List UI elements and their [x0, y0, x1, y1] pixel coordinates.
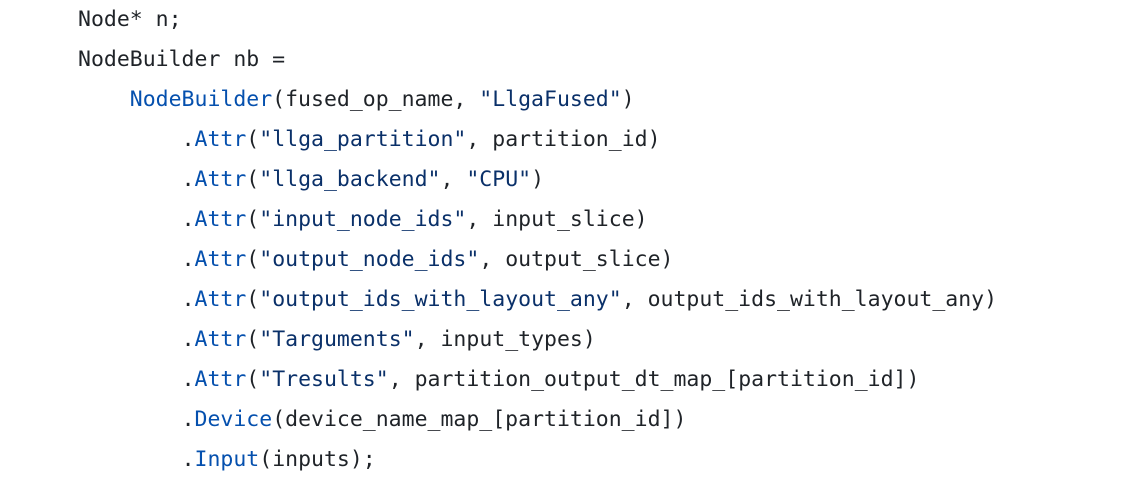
string-literal-token: "CPU": [466, 167, 532, 192]
function-name-token: Input: [194, 447, 260, 472]
code-line: .Attr("Targuments", input_types): [78, 320, 997, 360]
code-line: NodeBuilder nb =: [78, 40, 997, 80]
string-literal-token: "LlgaFused": [479, 87, 622, 112]
code-text-token: , partition_id): [466, 127, 661, 152]
code-text-token: .: [181, 287, 195, 312]
string-literal-token: "llga_partition": [259, 127, 467, 152]
code-text-token: (device_name_map_[partition_id]): [272, 407, 687, 432]
code-text-token: ,: [440, 167, 467, 192]
code-text-token: (: [246, 327, 260, 352]
string-literal-token: "input_node_ids": [259, 207, 467, 232]
code-text-token: .: [181, 327, 195, 352]
code-block: Node* n; NodeBuilder nb = NodeBuilder(fus…: [78, 0, 997, 480]
code-text-token: ): [531, 167, 545, 192]
code-line: NodeBuilder(fused_op_name, "LlgaFused"): [78, 80, 997, 120]
code-view: { "code": { "lines": [ { "indent": "", "…: [0, 0, 1122, 496]
function-name-token: Attr: [194, 287, 247, 312]
code-text-token: , partition_output_dt_map_[partition_id]…: [388, 367, 920, 392]
code-text-token: .: [181, 447, 195, 472]
string-literal-token: "Tresults": [259, 367, 389, 392]
code-text-token: .: [181, 127, 195, 152]
code-text-token: NodeBuilder nb =: [78, 47, 286, 72]
code-text-token: (: [246, 127, 260, 152]
code-text-token: , output_ids_with_layout_any): [621, 287, 998, 312]
code-text-token: .: [181, 167, 195, 192]
code-text-token: .: [181, 367, 195, 392]
code-text-token: .: [181, 407, 195, 432]
code-text-token: (: [246, 247, 260, 272]
function-name-token: NodeBuilder: [129, 87, 273, 112]
code-line: .Attr("Tresults", partition_output_dt_ma…: [78, 360, 997, 400]
code-text-token: , input_slice): [466, 207, 648, 232]
code-text-token: (: [246, 287, 260, 312]
code-text-token: (: [246, 167, 260, 192]
code-text-token: (: [246, 207, 260, 232]
code-text-token: , input_types): [414, 327, 596, 352]
code-line: .Attr("output_node_ids", output_slice): [78, 240, 997, 280]
code-line: Node* n;: [78, 0, 997, 40]
code-text-token: , output_slice): [479, 247, 674, 272]
function-name-token: Attr: [194, 207, 247, 232]
code-line: .Attr("llga_backend", "CPU"): [78, 160, 997, 200]
code-text-token: (fused_op_name,: [272, 87, 480, 112]
code-line: .Attr("output_ids_with_layout_any", outp…: [78, 280, 998, 320]
code-line: .Input(inputs);: [78, 440, 997, 480]
code-text-token: .: [181, 207, 195, 232]
code-text-token: (: [246, 367, 260, 392]
code-text-token: ): [621, 87, 635, 112]
function-name-token: Attr: [194, 327, 247, 352]
function-name-token: Attr: [194, 247, 247, 272]
function-name-token: Attr: [194, 127, 247, 152]
code-text-token: (inputs);: [259, 447, 376, 472]
code-text-token: .: [181, 247, 195, 272]
function-name-token: Attr: [194, 167, 247, 192]
string-literal-token: "output_node_ids": [259, 247, 480, 272]
string-literal-token: "llga_backend": [259, 167, 441, 192]
function-name-token: Device: [194, 407, 273, 432]
code-line: .Attr("input_node_ids", input_slice): [78, 200, 997, 240]
code-text-token: Node* n;: [78, 7, 182, 32]
string-literal-token: "Targuments": [259, 327, 415, 352]
code-line: .Attr("llga_partition", partition_id): [78, 120, 997, 160]
string-literal-token: "output_ids_with_layout_any": [259, 287, 622, 312]
code-line: .Device(device_name_map_[partition_id]): [78, 400, 997, 440]
function-name-token: Attr: [194, 367, 247, 392]
